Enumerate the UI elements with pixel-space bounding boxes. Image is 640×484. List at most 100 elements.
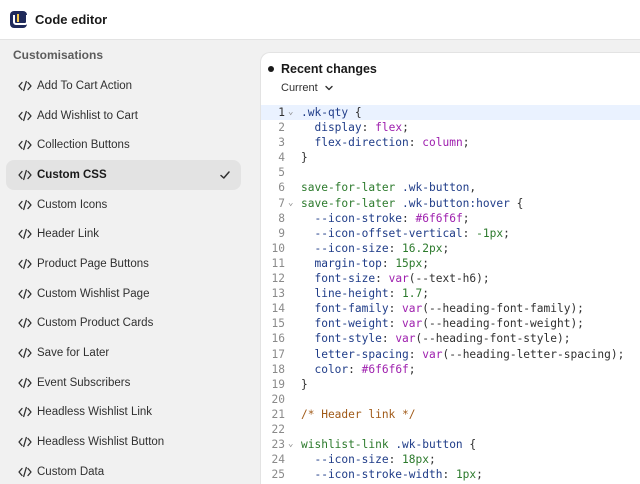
code-line[interactable]: 8 --icon-stroke: #6f6f6f; — [261, 211, 640, 226]
line-number: 6 — [278, 181, 285, 195]
sidebar-item-label: Add Wishlist to Cart — [37, 109, 138, 122]
sidebar-item-headless-wishlist-link[interactable]: Headless Wishlist Link — [6, 398, 241, 428]
code-token: : — [388, 317, 403, 331]
top-bar: Code editor — [0, 0, 640, 40]
code-area[interactable]: 1 ⌄ .wk-qty {2 display: flex; 3 flex-direct… — [261, 105, 640, 482]
sidebar-item-label: Custom Data — [37, 465, 105, 478]
unsaved-dot-icon — [268, 66, 274, 72]
sidebar-item-custom-icons[interactable]: Custom Icons — [6, 190, 241, 220]
code-line[interactable]: 17 letter-spacing: var(--heading-letter-… — [261, 347, 640, 362]
code-token: /* Header link */ — [301, 407, 416, 421]
code-line[interactable]: 24 --icon-size: 18px; — [261, 452, 640, 467]
code-token: : — [388, 287, 403, 301]
line-number: 9 — [278, 226, 285, 240]
code-token: : — [381, 332, 396, 346]
fold-chevron-icon[interactable]: ⌄ — [288, 105, 296, 120]
sidebar-heading: Customisations — [13, 48, 104, 62]
code-line[interactable]: 10 --icon-size: 16.2px; — [261, 241, 640, 256]
code-line[interactable]: 14 font-family: var(--heading-font-famil… — [261, 301, 640, 316]
sidebar-item-product-page-buttons[interactable]: Product Page Buttons — [6, 249, 241, 279]
sidebar-item-custom-data[interactable]: Custom Data — [6, 457, 241, 484]
code-line[interactable]: 6 save-for-later .wk-button, — [261, 180, 640, 195]
sidebar-item-headless-wishlist-button[interactable]: Headless Wishlist Button — [6, 427, 241, 457]
code-line[interactable]: 2 display: flex; — [261, 120, 640, 135]
code-text: save-for-later .wk-button, — [301, 180, 476, 195]
code-line[interactable]: 15 font-weight: var(--heading-font-weigh… — [261, 316, 640, 331]
code-token: --icon-size — [301, 453, 389, 467]
code-text: flex-direction: column; — [301, 135, 469, 150]
code-token: letter-spacing — [301, 347, 409, 361]
line-number: 13 — [271, 287, 285, 301]
sidebar-item-custom-wishlist-page[interactable]: Custom Wishlist Page — [6, 279, 241, 309]
code-line[interactable]: 21 /* Header link */ — [261, 407, 640, 422]
code-line[interactable]: 18 color: #6f6f6f; — [261, 362, 640, 377]
code-token: ; — [422, 287, 430, 301]
code-icon — [18, 436, 32, 448]
code-token: .wk-button — [402, 181, 470, 195]
sidebar-item-label: Custom Icons — [37, 198, 108, 211]
code-line[interactable]: 9 --icon-offset-vertical: -1px; — [261, 226, 640, 241]
code-token: : — [388, 453, 403, 467]
sidebar-item-label: Headless Wishlist Link — [37, 406, 153, 419]
code-token: 1px — [455, 468, 477, 482]
code-icon — [18, 199, 32, 210]
line-number: 5 — [278, 166, 285, 180]
code-line[interactable]: 7 ⌄ save-for-later .wk-button:hover { — [261, 196, 640, 211]
sidebar-item-label: Custom Product Cards — [37, 317, 154, 330]
code-line[interactable]: 5 — [261, 165, 640, 180]
code-line[interactable]: 19} — [261, 377, 640, 392]
line-number: 1 — [278, 106, 285, 119]
version-select[interactable]: Current — [281, 82, 334, 94]
code-line[interactable]: 16 font-style: var(--heading-font-style)… — [261, 331, 640, 346]
code-icon — [18, 229, 32, 240]
line-number: 2 — [278, 121, 285, 135]
code-token: .wk-qty — [301, 106, 349, 119]
line-number: 19 — [271, 377, 285, 391]
code-line[interactable]: 20 — [261, 392, 640, 407]
sidebar-item-collection-buttons[interactable]: Collection Buttons — [6, 130, 241, 160]
code-icon — [18, 80, 32, 91]
code-line[interactable]: 23 ⌄ wishlist-link .wk-button { — [261, 437, 640, 452]
code-token: ; — [503, 226, 510, 240]
code-token: } — [301, 377, 308, 391]
code-line[interactable]: 12 font-size: var(--text-h6); — [261, 271, 640, 286]
customisations-nav: Add To Cart Action Add Wishlist to Cart Co… — [6, 71, 241, 484]
code-token: ; — [408, 362, 416, 376]
code-token: column — [422, 136, 463, 150]
line-number: 21 — [271, 407, 285, 421]
sidebar-item-label: Add To Cart Action — [37, 79, 133, 92]
code-token: ; — [476, 468, 483, 482]
code-line[interactable]: 11 margin-top: 15px; — [261, 256, 640, 271]
code-line[interactable]: 13 line-height: 1.7; — [261, 286, 640, 301]
code-line[interactable]: 22 — [261, 422, 640, 437]
code-token: color — [301, 362, 349, 376]
code-text: --icon-size: 18px; — [301, 452, 435, 467]
fold-chevron-icon[interactable]: ⌄ — [288, 196, 296, 211]
sidebar-item-add-to-cart-action[interactable]: Add To Cart Action — [6, 71, 241, 101]
sidebar-item-custom-product-cards[interactable]: Custom Product Cards — [6, 309, 241, 339]
sidebar-item-event-subscribers[interactable]: Event Subscribers — [6, 368, 241, 398]
sidebar-item-custom-css[interactable]: Custom CSS — [6, 160, 241, 190]
editor-title: Recent changes — [281, 62, 377, 76]
code-icon — [18, 377, 32, 388]
code-line[interactable]: 1 ⌄ .wk-qty { — [261, 105, 640, 121]
code-icon — [18, 288, 32, 299]
code-line[interactable]: 4} — [261, 150, 640, 165]
code-token: : — [388, 241, 403, 255]
line-number: 3 — [278, 136, 285, 150]
fold-chevron-icon[interactable]: ⌄ — [288, 437, 296, 452]
sidebar-item-label: Save for Later — [37, 347, 110, 360]
code-icon — [18, 347, 32, 359]
code-icon — [18, 140, 32, 151]
code-icon — [18, 466, 32, 477]
sidebar-item-header-link[interactable]: Header Link — [6, 219, 241, 249]
sidebar-item-save-for-later[interactable]: Save for Later — [6, 338, 241, 368]
code-token: font-weight — [301, 317, 389, 331]
line-number: 22 — [271, 422, 285, 436]
line-number: 25 — [271, 468, 285, 482]
sidebar-item-add-wishlist-to-cart[interactable]: Add Wishlist to Cart — [6, 101, 241, 131]
code-line[interactable]: 25 --icon-stroke-width: 1px; — [261, 467, 640, 482]
line-number: 20 — [271, 392, 285, 406]
code-line[interactable]: 3 flex-direction: column; — [261, 135, 640, 150]
version-select-label: Current — [281, 82, 318, 94]
